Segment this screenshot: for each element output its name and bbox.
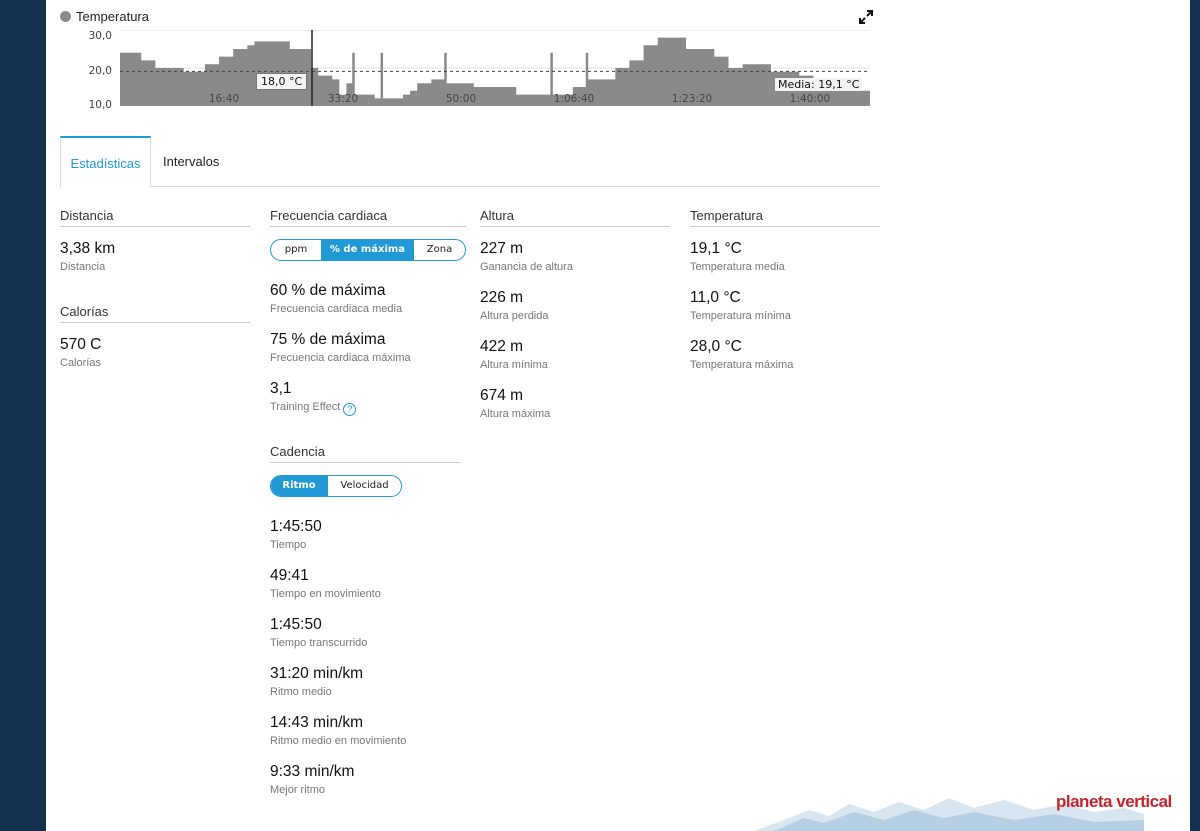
tab-estadisticas[interactable]: Estadísticas [60, 136, 151, 188]
x-tick-label: 1:23:20 [671, 93, 713, 105]
x-tick-label: 33:20 [327, 93, 359, 105]
altitude-max-label: Altura máxima [480, 408, 551, 420]
brand-logo: planeta vertical [1056, 792, 1172, 811]
distance-value: 3,38 km [60, 240, 116, 257]
right-background-bar [1190, 0, 1200, 831]
y-tick-label: 30,0 [88, 30, 112, 42]
temp-avg-label: Temperatura media [690, 261, 785, 273]
hr-max-label: Frecuencia cardiaca máxima [270, 352, 411, 364]
avg-pace-label: Ritmo medio [270, 686, 332, 698]
distance-header: Distancia [60, 208, 250, 227]
cadence-mode-toggle: Ritmo Velocidad [270, 475, 402, 497]
avg-moving-pace-value: 14:43 min/km [270, 714, 364, 731]
unit-percent-max-button[interactable]: % de máxima [321, 240, 413, 260]
altitude-loss-label: Altura perdida [480, 310, 549, 322]
x-tick-label: 1:40:00 [789, 93, 831, 105]
activity-panel: Temperatura 30,0 20,0 10,0 16:40 33:20 5… [46, 0, 1190, 831]
column-temperature: Temperatura 19,1 °C Temperatura media 11,… [690, 208, 880, 386]
legend-dot-icon [60, 11, 71, 22]
altitude-gain-label: Ganancia de altura [480, 261, 573, 273]
chart-legend[interactable]: Temperatura [60, 9, 149, 24]
calories-header: Calorías [60, 304, 250, 323]
expand-icon[interactable] [858, 9, 874, 25]
training-effect-label: Training Effect [270, 401, 341, 413]
altitude-max-value: 674 m [480, 387, 524, 404]
training-effect-value: 3,1 [270, 380, 292, 397]
best-pace-label: Mejor ritmo [270, 784, 326, 796]
altitude-header: Altura [480, 208, 670, 227]
y-tick-label: 10,0 [88, 99, 112, 111]
altitude-gain-value: 227 m [480, 240, 524, 257]
avg-pace-value: 31:20 min/km [270, 665, 364, 682]
help-icon[interactable]: ? [343, 403, 357, 416]
calories-label: Calorías [60, 357, 101, 369]
unit-ppm-button[interactable]: ppm [271, 240, 321, 260]
tab-intervalos[interactable]: Intervalos [163, 136, 219, 187]
y-tick-label: 20,0 [88, 65, 112, 77]
unit-zone-button[interactable]: Zona [413, 240, 465, 260]
training-effect-row: Training Effect? [270, 399, 466, 416]
hr-average-label: Frecuencia cardiaca media [270, 303, 403, 315]
elapsed-time-label: Tiempo transcurrido [270, 637, 368, 649]
distance-label: Distancia [60, 261, 106, 273]
x-tick-label: 50:00 [445, 93, 477, 105]
heart-rate-unit-toggle: ppm % de máxima Zona [270, 239, 466, 261]
average-label: Media: 19,1 °C [775, 78, 863, 91]
column-distance: Distancia 3,38 km Distancia Calorías 570… [60, 208, 250, 384]
heart-rate-header: Frecuencia cardiaca [270, 208, 466, 227]
time-label: Tiempo [270, 539, 307, 551]
cadence-stats: 1:45:50 Tiempo 49:41 Tiempo en movimiento … [270, 517, 466, 799]
calories-value: 570 C [60, 336, 102, 353]
moving-time-label: Tiempo en movimiento [270, 588, 381, 600]
temp-min-label: Temperatura mínima [690, 310, 791, 322]
cadence-header: Cadencia [270, 444, 460, 463]
temperature-header: Temperatura [690, 208, 880, 227]
mode-speed-button[interactable]: Velocidad [327, 476, 401, 496]
temp-min-value: 11,0 °C [690, 289, 741, 306]
left-background-bar [0, 0, 46, 831]
elapsed-time-value: 1:45:50 [270, 616, 322, 633]
moving-time-value: 49:41 [270, 567, 309, 584]
tabs: Estadísticas Intervalos [60, 136, 880, 188]
hr-max-value: 75 % de máxima [270, 331, 386, 348]
column-heart-rate: Frecuencia cardiaca ppm % de máxima Zona… [270, 208, 466, 811]
altitude-min-label: Altura mínima [480, 359, 548, 371]
hr-average-value: 60 % de máxima [270, 282, 386, 299]
altitude-loss-value: 226 m [480, 289, 524, 306]
column-altitude: Altura 227 m Ganancia de altura 226 m Altu… [480, 208, 670, 435]
altitude-min-value: 422 m [480, 338, 524, 355]
chart-tooltip: 18,0 °C [256, 73, 308, 90]
temp-max-value: 28,0 °C [690, 338, 742, 355]
x-tick-label: 16:40 [208, 93, 240, 105]
time-value: 1:45:50 [270, 518, 322, 535]
best-pace-value: 9:33 min/km [270, 763, 355, 780]
temp-max-label: Temperatura máxima [690, 359, 794, 371]
temp-avg-value: 19,1 °C [690, 240, 742, 257]
avg-moving-pace-label: Ritmo medio en movimiento [270, 735, 407, 747]
mode-pace-button[interactable]: Ritmo [271, 476, 327, 496]
x-tick-label: 1:06:40 [553, 93, 595, 105]
legend-label: Temperatura [76, 9, 149, 24]
